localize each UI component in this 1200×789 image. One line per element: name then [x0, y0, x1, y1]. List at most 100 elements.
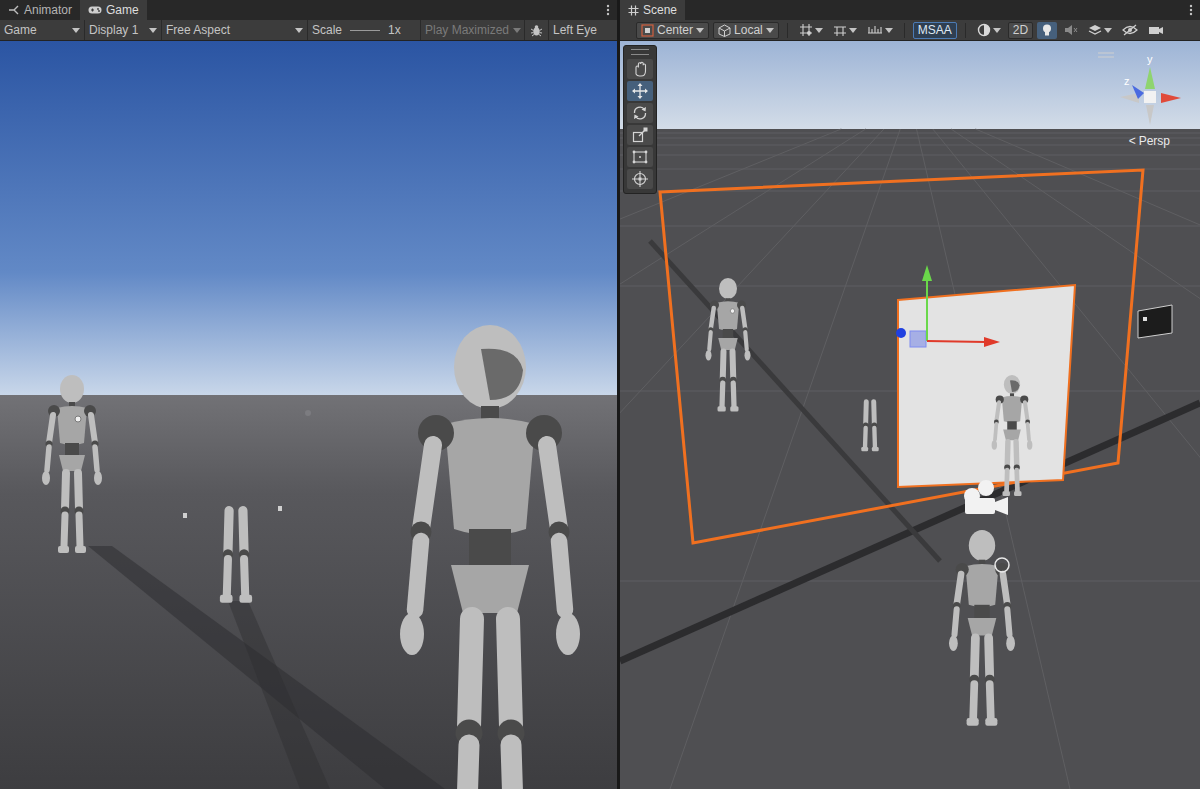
- caret-icon: [1104, 28, 1112, 33]
- animator-tab[interactable]: Animator: [0, 0, 80, 20]
- pivot-dropdown[interactable]: Center: [636, 22, 709, 39]
- robot-foot: [1014, 491, 1021, 496]
- dropdown-label: Local: [734, 24, 763, 36]
- robot-hand: [706, 350, 712, 361]
- robot-shin: [863, 428, 868, 447]
- audio-toggle[interactable]: [1061, 22, 1081, 39]
- panel-menu[interactable]: [1182, 0, 1200, 20]
- increment-snap-toggle[interactable]: [864, 22, 896, 39]
- robot-arm: [421, 445, 433, 529]
- robot-shin: [511, 745, 514, 789]
- scene-viewport[interactable]: yz < Persp: [620, 41, 1200, 789]
- effects-dropdown[interactable]: [1085, 22, 1115, 39]
- camera-settings[interactable]: [1145, 22, 1167, 39]
- robot-pelvis: [1003, 429, 1021, 440]
- robot-hand: [556, 613, 580, 655]
- panel-menu[interactable]: [599, 0, 617, 20]
- shadow: [88, 546, 445, 789]
- hidden-objects-toggle[interactable]: [1119, 22, 1141, 39]
- grid-toggle[interactable]: [830, 22, 860, 39]
- robot-foot: [58, 546, 69, 553]
- game-viewport[interactable]: [0, 41, 617, 789]
- robot-thigh: [720, 352, 727, 379]
- robot-thigh: [65, 473, 66, 509]
- robot-torso: [966, 564, 999, 607]
- aspect-dropdown[interactable]: Free Aspect: [162, 20, 308, 40]
- dropdown-label: Play Maximized: [425, 24, 509, 36]
- grid-line: [670, 129, 900, 789]
- kebab-icon: [1189, 4, 1193, 16]
- robot-foot: [730, 406, 738, 411]
- palette-grip[interactable]: [631, 49, 649, 55]
- speaker-muted-icon: [1064, 23, 1078, 37]
- tool-button[interactable]: [627, 147, 653, 167]
- eye-selector[interactable]: Left Eye: [549, 20, 601, 40]
- caret-icon: [885, 28, 893, 33]
- x-axis-handle: [927, 341, 986, 342]
- grid-line: [620, 286, 1200, 287]
- scale-slider[interactable]: Scale 1x: [308, 20, 421, 40]
- caret-icon: [766, 28, 774, 33]
- move-tool-icon: [631, 82, 649, 100]
- caret-icon: [696, 28, 704, 33]
- scene-grid-icon: [628, 5, 639, 16]
- robot-arm: [742, 308, 745, 329]
- game-tab[interactable]: Game: [80, 0, 147, 20]
- robot-torso: [57, 406, 87, 445]
- slider-track[interactable]: [350, 30, 380, 31]
- scene-toolbar: Center Local MSAA: [620, 20, 1200, 41]
- grid-line: [620, 226, 1200, 227]
- tool-button[interactable]: [627, 169, 653, 189]
- robot-foot: [1002, 491, 1009, 496]
- y-arrow-icon: [922, 265, 932, 281]
- view-dropdown[interactable]: Game: [0, 20, 85, 40]
- robot-shin: [872, 428, 877, 447]
- game-render[interactable]: [0, 41, 617, 789]
- robot-thigh: [871, 402, 877, 424]
- neg-y-cone-icon: [1146, 105, 1154, 125]
- ruler-icon: [867, 23, 883, 37]
- robot-shin: [466, 745, 469, 789]
- robot-hand: [1027, 440, 1032, 450]
- robot-shin: [1014, 470, 1019, 491]
- scene-render[interactable]: yz: [620, 41, 1200, 789]
- robot-visor: [481, 349, 523, 400]
- camera-gizmo-icon: [978, 480, 994, 496]
- tool-button[interactable]: [627, 81, 653, 101]
- play-mode-dropdown[interactable]: Play Maximized: [421, 20, 525, 40]
- ground: [0, 395, 617, 789]
- robot-chest-light: [75, 416, 81, 422]
- robot-forearm: [415, 541, 421, 610]
- 2d-toggle[interactable]: 2D: [1008, 22, 1033, 39]
- cube-icon: [718, 24, 731, 37]
- ground-marker: [305, 410, 311, 416]
- scene-panel: Scene Center Local: [620, 0, 1200, 789]
- ground: [620, 129, 1200, 789]
- z-cone-icon: [1132, 85, 1144, 99]
- tool-button[interactable]: [627, 125, 653, 145]
- sky: [620, 41, 1200, 131]
- draw-mode-dropdown[interactable]: [974, 22, 1004, 39]
- robot-torso: [717, 301, 740, 330]
- projection-toggle[interactable]: < Persp: [1129, 134, 1170, 148]
- y-axis-handle: [926, 279, 928, 341]
- robot-shin: [719, 383, 725, 406]
- robot-figure: [992, 375, 1033, 496]
- robot-hand: [992, 440, 997, 450]
- grid-line: [620, 138, 1200, 139]
- display-dropdown[interactable]: Display 1: [85, 20, 162, 40]
- toolbar-separator: [904, 23, 905, 38]
- scene-tab[interactable]: Scene: [620, 0, 685, 20]
- grid-snap-toggle[interactable]: [796, 22, 826, 39]
- debug-button[interactable]: [525, 20, 549, 40]
- robot-hand: [42, 471, 50, 485]
- lighting-toggle[interactable]: [1037, 22, 1057, 39]
- robot-arm: [91, 415, 95, 443]
- tool-button[interactable]: [627, 103, 653, 123]
- msaa-toggle[interactable]: MSAA: [913, 22, 957, 39]
- pivot-icon: [641, 24, 654, 37]
- grid-line: [620, 145, 1200, 146]
- robot-arm: [1003, 574, 1007, 605]
- tool-button[interactable]: [627, 59, 653, 79]
- space-dropdown[interactable]: Local: [713, 22, 779, 39]
